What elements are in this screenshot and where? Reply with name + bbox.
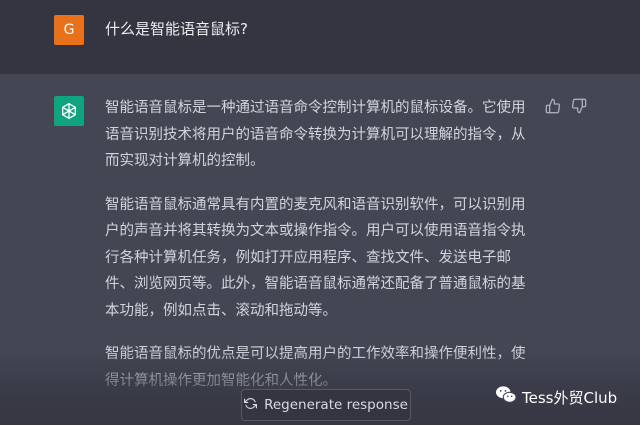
answer-paragraph-1: 智能语音鼠标是一种通过语音命令控制计算机的鼠标设备。它使用语音识别技术将用户的语… [105,100,526,169]
user-avatar: G [54,15,84,45]
regenerate-response-button[interactable]: Regenerate response [241,389,411,421]
user-message-row: G 什么是智能语音鼠标? [0,0,640,74]
watermark: Tess外贸Club [495,385,617,409]
thumbs-up-icon[interactable] [545,98,561,114]
user-message-text: 什么是智能语音鼠标? [105,20,248,38]
wechat-icon [495,385,517,409]
chatgpt-logo-icon [54,96,84,126]
refresh-icon [244,397,258,414]
watermark-text: Tess外贸Club [522,388,618,407]
regenerate-label: Regenerate response [264,397,408,413]
answer-paragraph-2: 智能语音鼠标通常具有内置的麦克风和语音识别软件，可以识别用户的声音并将其转换为文… [105,196,526,319]
feedback-buttons [545,98,587,114]
thumbs-down-icon[interactable] [571,98,587,114]
